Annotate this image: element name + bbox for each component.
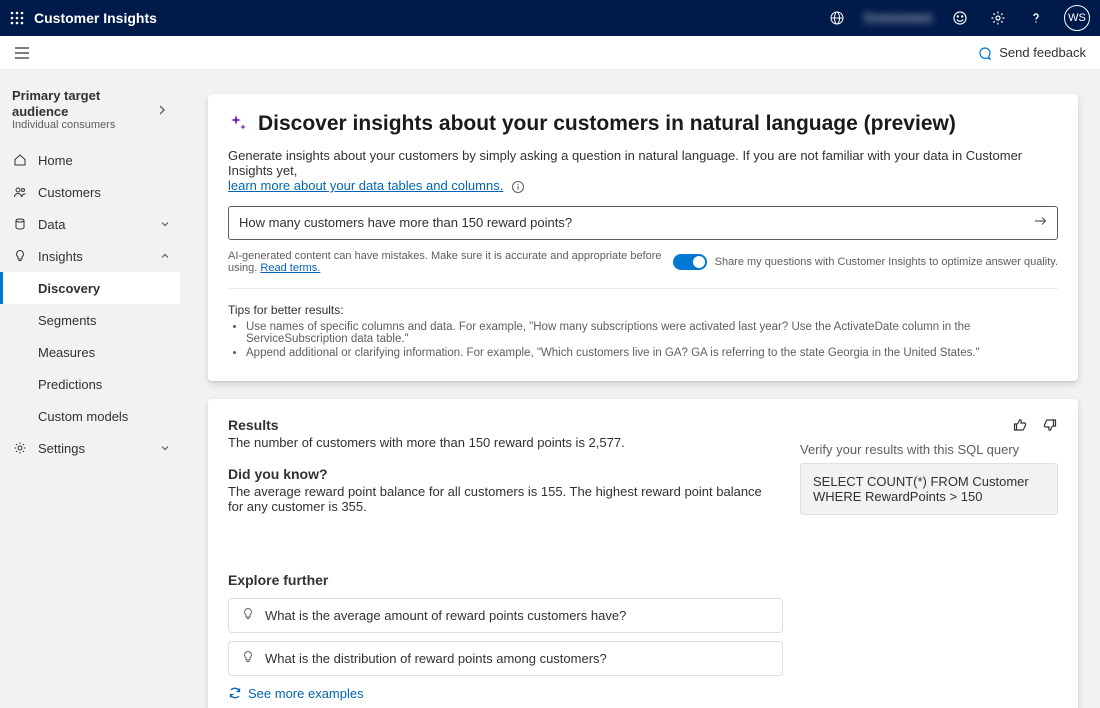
query-input-container (228, 206, 1058, 240)
sidebar: Primary target audience Individual consu… (0, 70, 180, 708)
gear-icon (12, 441, 28, 455)
bulb-icon (241, 650, 255, 667)
nav-home[interactable]: Home (0, 144, 180, 176)
data-icon (12, 217, 28, 231)
sparkle-icon (228, 113, 248, 136)
suggestion-item[interactable]: What is the average amount of reward poi… (228, 598, 783, 633)
sql-query-box[interactable]: SELECT COUNT(*) FROM Customer WHERE Rewa… (800, 463, 1058, 515)
didyouknow-title: Did you know? (228, 466, 776, 482)
main-content: Discover insights about your customers i… (180, 70, 1100, 708)
gear-icon[interactable] (988, 8, 1008, 28)
suggestion-label: What is the distribution of reward point… (265, 651, 607, 666)
results-title: Results (228, 417, 776, 433)
bulb-icon (12, 249, 28, 263)
read-terms-link[interactable]: Read terms. (260, 262, 320, 274)
thumbs-down-icon[interactable] (1042, 417, 1058, 436)
see-more-link[interactable]: See more examples (228, 686, 1058, 701)
environment-icon[interactable] (827, 8, 847, 28)
tip-item: Append additional or clarifying informat… (246, 347, 1058, 359)
nav-label: Data (38, 217, 65, 232)
nav-custom-models[interactable]: Custom models (0, 400, 180, 432)
submit-arrow-icon[interactable] (1031, 212, 1049, 233)
nav-label: Discovery (38, 281, 100, 296)
send-feedback-button[interactable]: Send feedback (977, 45, 1086, 61)
nav-label: Settings (38, 441, 85, 456)
nav-predictions[interactable]: Predictions (0, 368, 180, 400)
query-input[interactable] (239, 215, 1031, 230)
nav-data[interactable]: Data (0, 208, 180, 240)
nav-customers[interactable]: Customers (0, 176, 180, 208)
nav-discovery[interactable]: Discovery (0, 272, 180, 304)
nav-label: Customers (38, 185, 101, 200)
chevron-down-icon (160, 217, 170, 232)
info-icon[interactable] (511, 180, 525, 194)
page-description: Generate insights about your customers b… (228, 148, 1022, 178)
subheader: Send feedback (0, 36, 1100, 70)
nav-settings[interactable]: Settings (0, 432, 180, 464)
nav-measures[interactable]: Measures (0, 336, 180, 368)
page-title: Discover insights about your customers i… (258, 112, 956, 136)
tips-header: Tips for better results: (228, 303, 1058, 317)
nav-label: Home (38, 153, 73, 168)
thumbs-up-icon[interactable] (1012, 417, 1028, 436)
nav-label: Predictions (38, 377, 102, 392)
nav-label: Measures (38, 345, 95, 360)
suggestion-item[interactable]: What is the distribution of reward point… (228, 641, 783, 676)
help-icon[interactable] (1026, 8, 1046, 28)
learn-more-link[interactable]: learn more about your data tables and co… (228, 178, 503, 193)
results-card: Results The number of customers with mor… (208, 399, 1078, 708)
nav-segments[interactable]: Segments (0, 304, 180, 336)
chevron-right-icon (156, 104, 168, 116)
smile-icon[interactable] (950, 8, 970, 28)
suggestion-label: What is the average amount of reward poi… (265, 608, 626, 623)
discovery-card: Discover insights about your customers i… (208, 94, 1078, 381)
explore-title: Explore further (228, 572, 1058, 588)
bulb-icon (241, 607, 255, 624)
send-feedback-label: Send feedback (999, 45, 1086, 60)
chevron-up-icon (160, 249, 170, 264)
sql-header: Verify your results with this SQL query (800, 442, 1058, 457)
tip-item: Use names of specific columns and data. … (246, 321, 1058, 345)
nav-label: Insights (38, 249, 83, 264)
environment-label[interactable]: Environment (865, 11, 932, 25)
avatar[interactable]: WS (1064, 5, 1090, 31)
topbar: Customer Insights Environment WS (0, 0, 1100, 36)
people-icon (12, 185, 28, 199)
app-title: Customer Insights (34, 10, 157, 26)
hamburger-icon[interactable] (14, 46, 30, 60)
chevron-down-icon (160, 441, 170, 456)
see-more-label: See more examples (248, 686, 364, 701)
nav-label: Custom models (38, 409, 128, 424)
audience-subtitle: Individual consumers (12, 119, 150, 132)
nav-label: Segments (38, 313, 97, 328)
refresh-icon (228, 686, 242, 700)
share-toggle[interactable] (673, 254, 707, 270)
didyouknow-text: The average reward point balance for all… (228, 484, 776, 514)
audience-selector[interactable]: Primary target audience Individual consu… (0, 88, 180, 144)
audience-title: Primary target audience (12, 88, 150, 119)
waffle-icon[interactable] (10, 11, 24, 25)
share-toggle-label: Share my questions with Customer Insight… (715, 256, 1058, 268)
home-icon (12, 153, 28, 167)
nav-insights[interactable]: Insights (0, 240, 180, 272)
results-text: The number of customers with more than 1… (228, 435, 776, 450)
